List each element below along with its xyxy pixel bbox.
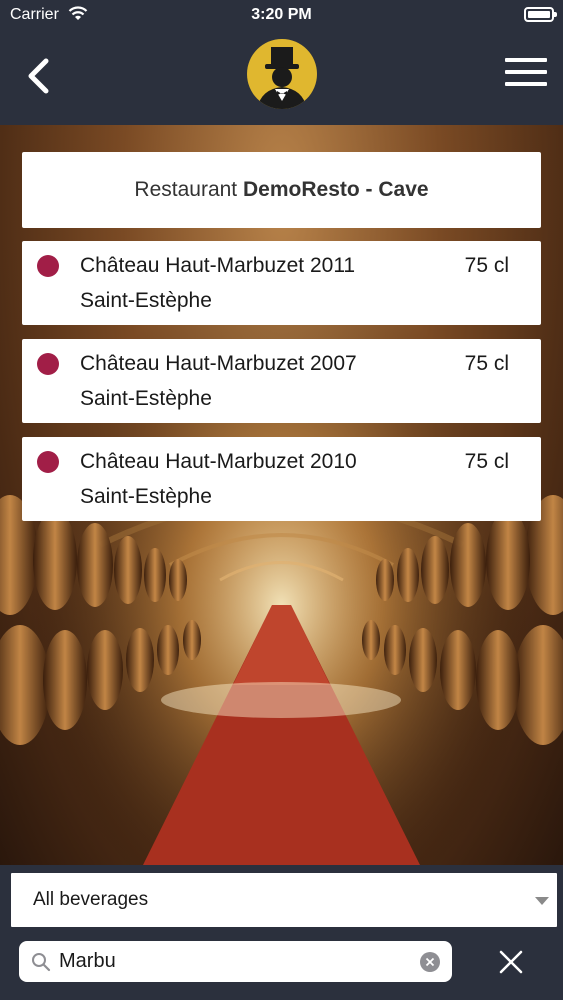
close-icon [499,950,523,974]
category-selected-value: All beverages [33,889,149,910]
clear-icon [425,957,435,967]
butler-logo [247,39,317,109]
top-hat-butler-logo [257,47,307,109]
wine-region: Saint-Estèphe [80,387,212,410]
wine-region: Saint-Estèphe [80,289,212,312]
menu-button[interactable] [505,58,549,94]
hamburger-line [505,70,547,74]
restaurant-prefix: Restaurant [134,178,238,201]
wine-list-item[interactable]: Château Haut-Marbuzet 2010 75 cl Saint-E… [22,437,541,521]
wine-size: 75 cl [464,352,509,375]
wine-size: 75 cl [464,450,509,473]
search-field[interactable] [19,941,452,982]
beverage-category-select[interactable]: All beverages [11,873,557,927]
nav-bar [0,30,563,125]
wine-name: Château Haut-Marbuzet 2010 [80,450,357,473]
hamburger-line [505,82,547,86]
chevron-left-icon [28,58,49,94]
hamburger-menu-icon [505,58,547,62]
wine-size: 75 cl [464,254,509,277]
red-wine-dot-icon [37,255,59,277]
search-icon [32,953,51,972]
status-time: 3:20 PM [251,6,312,23]
status-bar: Carrier 3:20 PM [0,0,563,30]
wine-list-item[interactable]: Château Haut-Marbuzet 2011 75 cl Saint-E… [22,241,541,325]
search-input[interactable] [59,945,409,978]
wine-list-item[interactable]: Château Haut-Marbuzet 2007 75 cl Saint-E… [22,339,541,423]
clear-search-button[interactable] [420,952,440,972]
wine-name: Château Haut-Marbuzet 2007 [80,352,357,375]
red-wine-dot-icon [37,451,59,473]
close-search-button[interactable] [496,947,526,977]
wine-region: Saint-Estèphe [80,485,212,508]
wine-name: Château Haut-Marbuzet 2011 [80,254,356,277]
back-button[interactable] [18,54,58,98]
restaurant-name: DemoResto - Cave [243,178,429,201]
restaurant-header: Restaurant DemoResto - Cave [22,152,541,228]
battery-icon [524,7,557,22]
chevron-down-icon [535,897,549,905]
red-wine-dot-icon [37,353,59,375]
